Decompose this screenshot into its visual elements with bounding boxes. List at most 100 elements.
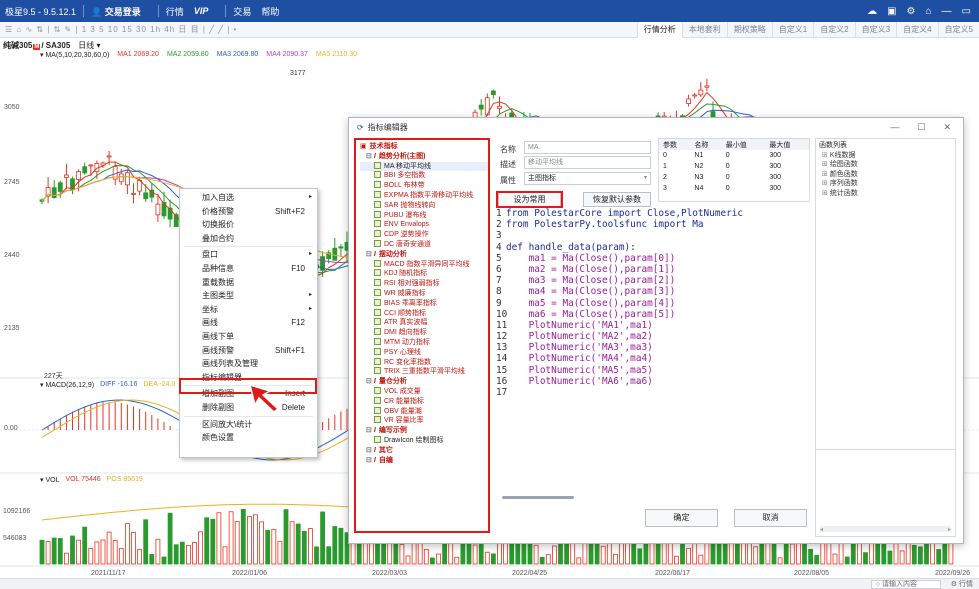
menu-help[interactable]: 帮助 (261, 5, 279, 18)
tab-local-arbitrage[interactable]: 本地套利 (681, 21, 727, 38)
code-hscrollbar[interactable] (502, 496, 574, 499)
tree-indicator-item[interactable]: WR 威廉指标 (360, 288, 488, 299)
close-icon[interactable]: ✕ (943, 122, 951, 133)
tree-indicator-item[interactable]: BOLL 布林带 (360, 181, 488, 191)
params-table[interactable]: 参数 名称 最小值 最大值 0 N1 0 300 1 N2 0 300 2 N3 0 300 3 N4 0 3… (658, 138, 810, 202)
desc-field[interactable]: 移动平均线 (524, 156, 651, 169)
context-menu-item[interactable]: 主图类型 ▸ (180, 289, 317, 303)
tree-indicator-item[interactable]: KDJ 随机指标 (360, 269, 488, 279)
layout-icon[interactable]: ▣ (887, 6, 896, 17)
tree-indicator-item[interactable]: RSI 相对强弱指标 (360, 279, 488, 289)
tree-indicator-item[interactable]: DrawIcon 绘制图标 (360, 435, 488, 446)
settings-icon[interactable]: ⚙ (907, 6, 916, 17)
context-menu-item[interactable]: 重载数据 (180, 276, 317, 290)
tab-option-strategy[interactable]: 期权策略 (726, 21, 772, 38)
tree-indicator-item[interactable]: ENV Envalops (360, 220, 488, 230)
tree-indicator-item[interactable]: PUBU 瀑布线 (360, 210, 488, 221)
tree-category[interactable]: ⊟ I 摆动分析 (360, 250, 488, 260)
macd-header[interactable]: ▾ MACD(26,12,9) (40, 381, 94, 389)
tree-indicator-item[interactable]: DC 唐奇安通道 (360, 239, 488, 250)
tab-custom-3[interactable]: 自定义3 (854, 21, 896, 38)
tab-quote-analysis[interactable]: 行情分析 (636, 21, 682, 38)
tree-indicator-item[interactable]: CDP 逆势操作 (360, 230, 488, 240)
tree-indicator-item[interactable]: MTM 动力指标 (360, 337, 488, 348)
search-box[interactable]: ○ 请输入内容 (870, 579, 941, 589)
function-category[interactable]: ⊞ 颜色函数 (819, 170, 955, 180)
tree-indicator-item[interactable]: OBV 能量潮 (360, 406, 488, 417)
tree-root[interactable]: ▣ 技术指标 (360, 142, 488, 152)
context-menu-item[interactable]: 叠加合约 (180, 232, 317, 246)
tree-category[interactable]: ⊟ I 量仓分析 (360, 377, 488, 387)
tree-indicator-item[interactable]: VR 容量比率 (360, 416, 488, 426)
tree-indicator-item[interactable]: EXPMA 指数平滑移动平均线 (360, 190, 488, 201)
tree-indicator-item[interactable]: CR 能量指标 (360, 396, 488, 407)
minimize-icon[interactable]: — (942, 6, 952, 17)
context-menu-item[interactable]: 切换报价 (180, 218, 317, 232)
minimize-icon[interactable]: — (890, 122, 899, 133)
tab-custom-5[interactable]: 自定义5 (937, 21, 979, 38)
context-menu-item[interactable]: 画线列表及管理 (180, 357, 317, 371)
cloud-icon[interactable]: ☁ (867, 6, 877, 17)
restore-icon[interactable]: ▭ (962, 6, 971, 17)
context-menu-item[interactable]: 颜色设置 (180, 431, 317, 445)
params-row[interactable]: 0 N1 0 300 (659, 150, 809, 161)
tree-indicator-item[interactable]: CCI 顺势指标 (360, 308, 488, 319)
chart-tools[interactable]: ☰ ⌂ ∿ ⇅ | ⇅ ✎ | 1 3 5 10 15 30 1h 4h 日 目… (0, 24, 237, 35)
vol-header[interactable]: ▾ VOL (40, 476, 59, 484)
symbol-name[interactable]: 纯碱305 M / SA305 (3, 40, 70, 51)
context-menu-item[interactable]: 加入自选 ▸ (180, 191, 317, 205)
params-row[interactable]: 1 N2 0 300 (659, 161, 809, 172)
menu-quote[interactable]: 行情 (166, 5, 184, 18)
context-menu-item[interactable]: 品种信息 F10 (180, 262, 317, 276)
code-editor[interactable]: 1 from PolestarCore import Close,PlotNume… (496, 208, 808, 494)
tree-indicator-item[interactable]: BIAS 乖离率指标 (360, 298, 488, 309)
period-selector[interactable]: 日线 ▾ (78, 40, 100, 51)
context-menu-item[interactable]: 价格预警 Shift+F2 (180, 205, 317, 219)
tree-indicator-item[interactable]: MA 移动平均线 (360, 161, 488, 172)
tree-category[interactable]: ⊟ I 编写示例 (360, 426, 488, 436)
tree-indicator-item[interactable]: MACD 指数平滑异同平均线 (360, 259, 488, 270)
tree-indicator-item[interactable]: SAR 抛物线转向 (360, 200, 488, 211)
tree-indicator-item[interactable]: BBI 多空指数 (360, 171, 488, 181)
params-row[interactable]: 3 N4 0 300 (659, 183, 809, 194)
params-row[interactable]: 2 N3 0 300 (659, 172, 809, 183)
tree-category[interactable]: ⊟ I 其它 (360, 446, 488, 456)
status-right[interactable]: ⚙ 行情 (951, 579, 973, 589)
search-placeholder: 请输入内容 (881, 580, 917, 588)
menu-vip[interactable]: VIP (194, 6, 209, 16)
tab-custom-4[interactable]: 自定义4 (896, 21, 937, 38)
tab-custom-1[interactable]: 自定义1 (771, 21, 813, 38)
tree-indicator-item[interactable]: DMI 趋向指标 (360, 328, 488, 338)
function-category[interactable]: ⊞ 序列函数 (819, 179, 955, 189)
function-category[interactable]: ⊞ 绘图函数 (819, 160, 955, 170)
ma-header[interactable]: ▾ MA(5,10,20,30,60,0) (40, 51, 109, 59)
tree-indicator-item[interactable]: PSY 心理线 (360, 347, 488, 358)
tree-category[interactable]: ⊟ I 趋势分析(主图) (360, 152, 488, 162)
function-category[interactable]: ⊞ K线数据 (819, 151, 955, 161)
function-list-scrollbar[interactable]: ◂ ▸ (820, 526, 951, 533)
function-list[interactable]: 函数列表 ⊞ K线数据 ⊞ 绘图函数 ⊞ 颜色函数 ⊞ 序列函数 ⊞ 统计函数 ◂ ▸ (815, 138, 956, 537)
tree-indicator-item[interactable]: RC 变化率指数 (360, 357, 488, 368)
context-menu-item[interactable]: 画线下单 (180, 330, 317, 344)
context-menu-item[interactable]: 盘口 ▸ (180, 248, 317, 262)
tree-indicator-item[interactable]: TRIX 三重指数平滑平均线 (360, 367, 488, 377)
function-category[interactable]: ⊞ 统计函数 (819, 189, 955, 199)
attr-select[interactable]: 主图指标 ▾ (524, 172, 651, 185)
tree-category[interactable]: ⊟ I 自编 (360, 456, 488, 466)
name-field[interactable]: MA (524, 141, 651, 154)
shirt-icon[interactable]: ⌂ (926, 6, 932, 17)
tree-indicator-item[interactable]: VOL 成交量 (360, 386, 488, 397)
maximize-icon[interactable]: ☐ (917, 122, 925, 133)
tree-indicator-item[interactable]: ATR 真实波幅 (360, 318, 488, 328)
cancel-button[interactable]: 取消 (734, 509, 807, 527)
context-menu-item[interactable]: 区间放大\统计 (180, 418, 317, 432)
context-menu-item[interactable]: 画线预警 Shift+F1 (180, 344, 317, 358)
menu-trade[interactable]: 交易 (233, 5, 251, 18)
restore-default-button[interactable]: 恢复默认参数 (583, 192, 651, 207)
context-menu-item[interactable]: 画线 F12 (180, 316, 317, 330)
context-menu-item[interactable]: 坐标 ▸ (180, 303, 317, 317)
ok-button[interactable]: 确定 (645, 509, 718, 527)
login-button[interactable]: 👤 交易登录 (91, 5, 141, 18)
indicator-tree[interactable]: ▣ 技术指标 ⊟ I 趋势分析(主图) MA 移动平均线 BBI 多空指数 BOLL 布林带 E… (354, 138, 490, 533)
tab-custom-2[interactable]: 自定义2 (813, 21, 854, 38)
